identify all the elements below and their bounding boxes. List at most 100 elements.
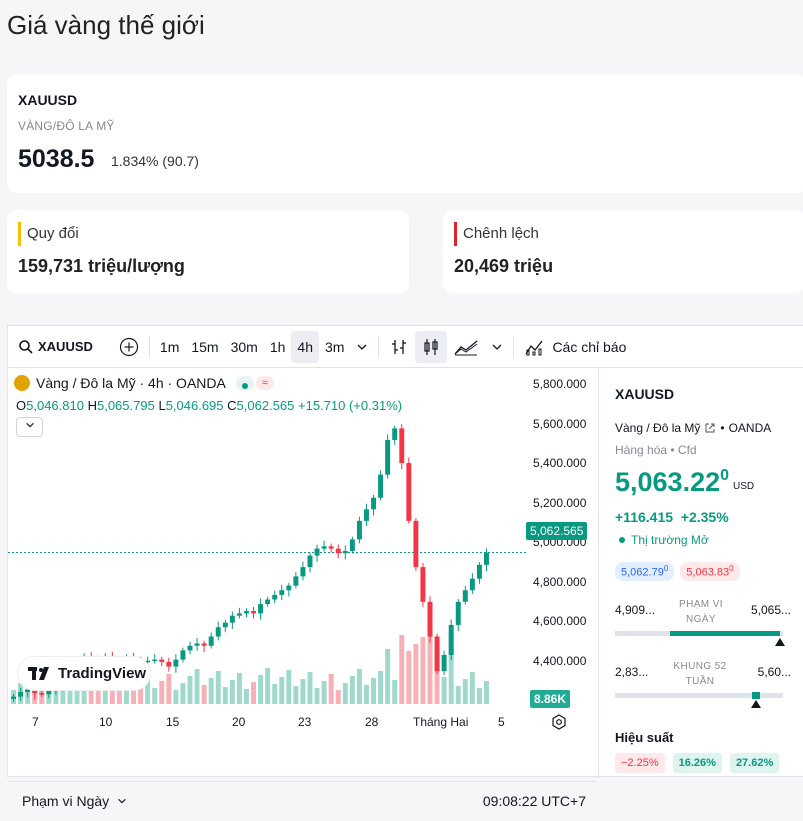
- candle-body: [180, 650, 186, 660]
- toolbar-symbol: XAUUSD: [38, 339, 93, 354]
- price-chart[interactable]: Vàng / Đô la Mỹ · 4h · OANDA ≈ O5,046.81…: [8, 369, 596, 809]
- side-name-row: Vàng / Đô la Mỹ • OANDA: [615, 421, 771, 435]
- volume-bar: [335, 690, 341, 704]
- volume-bar: [159, 681, 165, 704]
- interval-1m[interactable]: 1m: [154, 331, 185, 363]
- symbol-search-button[interactable]: XAUUSD: [12, 331, 99, 363]
- candles-style-button[interactable]: [415, 330, 448, 363]
- candle-body: [413, 520, 419, 568]
- candle-body: [385, 439, 391, 475]
- interval-3m[interactable]: 3m: [319, 331, 350, 363]
- tradingview-widget: XAUUSD 1m 15m 30m 1h 4h 3m Các chỉ báo V…: [7, 325, 803, 809]
- compare-symbol-button[interactable]: [113, 331, 145, 363]
- volume-bar: [201, 685, 207, 704]
- tradingview-logo[interactable]: TradingView: [18, 657, 150, 690]
- range-label: Phạm vi Ngày: [22, 793, 110, 809]
- bid-badge: 5,062.790: [615, 562, 675, 581]
- interval-dropdown-button[interactable]: [350, 331, 374, 363]
- area-chart-icon: [454, 339, 478, 355]
- interval-30m[interactable]: 30m: [225, 331, 264, 363]
- volume-bar: [328, 674, 334, 704]
- candle-body: [258, 604, 264, 614]
- side-name[interactable]: Vàng / Đô la Mỹ: [615, 421, 700, 435]
- candle-body: [39, 693, 45, 695]
- candle-body: [286, 585, 292, 591]
- spread-card: Chênh lệch 20,469 triệu: [443, 210, 803, 293]
- w52-range-low: 2,83...: [615, 665, 649, 679]
- volume-bar: [236, 673, 242, 704]
- time-axis-tick: 7: [32, 715, 39, 729]
- indicators-icon: [525, 340, 543, 355]
- day-range-marker: [774, 638, 785, 646]
- interval-4h[interactable]: 4h: [291, 330, 319, 363]
- volume-bar: [265, 668, 271, 704]
- conversion-card: Quy đổi 159,731 triệu/lượng: [7, 210, 409, 293]
- volume-bar: [244, 689, 249, 704]
- legend-collapse-button[interactable]: [16, 417, 43, 437]
- interval-1h[interactable]: 1h: [264, 331, 292, 363]
- bid-value: 5,062.79: [621, 566, 664, 579]
- quote-price: 5038.5: [18, 145, 95, 173]
- market-status-text: Thị trường Mở: [631, 533, 709, 547]
- time-display[interactable]: 09:08:22 UTC+7: [483, 793, 586, 809]
- last-price-tag: 5,062.565: [526, 522, 588, 540]
- volume-bar: [413, 644, 419, 704]
- volume-bar: [180, 683, 186, 704]
- candlestick-icon: [424, 338, 439, 355]
- volume-tag: 8.86K: [530, 690, 571, 708]
- candle-body: [427, 601, 433, 637]
- chart-style-dropdown[interactable]: [485, 331, 509, 363]
- indicators-button[interactable]: Các chỉ báo: [518, 331, 632, 363]
- volume-bar: [229, 680, 235, 704]
- side-change-row: +116.415 +2.35%: [615, 509, 729, 525]
- toolbar-divider: [513, 335, 515, 358]
- side-price: 5,063.22: [615, 467, 721, 497]
- price-axis-tick: 5,800.000: [533, 377, 587, 391]
- side-broker-sep: •: [720, 421, 725, 435]
- w52-range-label: KHUNG 52 TUẦN: [673, 661, 727, 687]
- candle-body: [484, 552, 489, 565]
- candle-body: [448, 624, 454, 655]
- time-axis-tick: 10: [99, 715, 113, 729]
- candle-body: [272, 594, 278, 600]
- conversion-value: 159,731 triệu/lượng: [18, 256, 185, 276]
- day-range-label: PHẠM VI NGÀY: [679, 599, 723, 625]
- toolbar-divider: [148, 335, 150, 358]
- candle-body: [314, 548, 320, 556]
- range-selector[interactable]: Phạm vi Ngày: [22, 793, 127, 809]
- time-axis-tick: 23: [298, 715, 312, 729]
- candle-body: [32, 689, 38, 694]
- candle-body: [229, 615, 235, 623]
- volume-bar: [314, 688, 320, 704]
- volume-bar: [166, 674, 172, 704]
- performance-1w[interactable]: −2.25%: [615, 753, 665, 773]
- conversion-accent-bar: [18, 222, 21, 246]
- quote-change: 1.834% (90.7): [111, 153, 199, 169]
- low-label: L: [158, 398, 166, 413]
- chart-bottom-bar: Phạm vi Ngày 09:08:22 UTC+7: [8, 781, 596, 821]
- candle-body: [251, 611, 256, 614]
- w52-range-marker: [751, 700, 762, 708]
- volume-bar: [455, 686, 461, 704]
- bid-sup: 0: [663, 564, 669, 573]
- interval-15m[interactable]: 15m: [185, 331, 224, 363]
- price-axis-tick: 4,600.000: [533, 614, 587, 628]
- external-link-icon[interactable]: [704, 422, 716, 434]
- performance-1m[interactable]: 16.26%: [672, 753, 722, 773]
- side-symbol: XAUUSD: [615, 386, 675, 402]
- tradingview-text: TradingView: [58, 665, 147, 682]
- settings-button[interactable]: [551, 714, 567, 735]
- candle-body: [406, 463, 412, 521]
- spread-accent-bar: [454, 222, 457, 246]
- volume-bar: [215, 671, 221, 704]
- ask-value: 5,063.83: [686, 566, 730, 579]
- performance-3m[interactable]: 27.62%: [729, 753, 780, 773]
- volume-bar: [222, 687, 228, 704]
- candle-body: [300, 567, 306, 577]
- area-style-button[interactable]: [447, 331, 485, 363]
- volume-bar: [385, 649, 391, 704]
- volume-bar: [300, 679, 306, 704]
- bar-style-button[interactable]: [383, 331, 415, 363]
- day-range: 4,909... PHẠM VI NGÀY 5,065...: [615, 595, 791, 655]
- candle-body: [476, 564, 482, 579]
